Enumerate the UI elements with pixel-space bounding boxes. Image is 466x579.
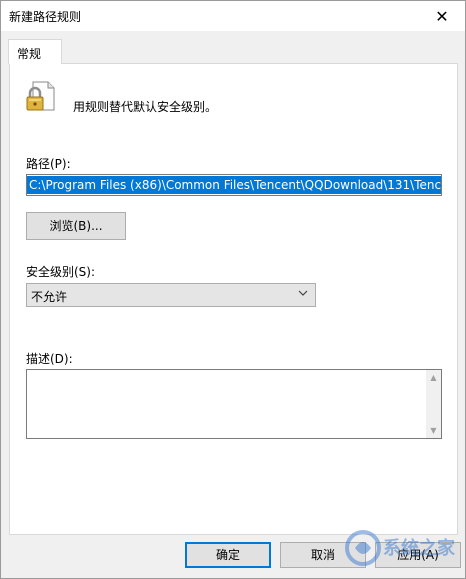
path-input[interactable]: C:\Program Files (x86)\Common Files\Tenc… <box>26 174 442 196</box>
description-field[interactable]: ▲ ▼ <box>26 369 442 439</box>
tab-general-label: 常规 <box>17 47 42 61</box>
cancel-button[interactable]: 取消 <box>280 542 366 568</box>
security-level-value: 不允许 <box>31 290 68 304</box>
dialog-window: 新建路径规则 ✕ 常规 用规则替代默认安全级别。 路径(P): C:\Progr… <box>0 0 466 579</box>
tab-general[interactable]: 常规 <box>8 39 62 64</box>
tab-panel: 用规则替代默认安全级别。 路径(P): C:\Program Files (x8… <box>9 63 458 535</box>
title-bar: 新建路径规则 ✕ <box>1 1 465 31</box>
apply-button-label: 应用(A) <box>397 548 439 562</box>
path-label: 路径(P): <box>26 157 71 171</box>
close-button[interactable]: ✕ <box>419 1 465 31</box>
ok-button-label: 确定 <box>215 548 240 562</box>
browse-button[interactable]: 浏览(B)... <box>26 212 126 240</box>
security-level-label: 安全级别(S): <box>26 265 96 279</box>
apply-button[interactable]: 应用(A) <box>375 542 461 568</box>
window-title: 新建路径规则 <box>9 10 82 24</box>
security-level-select[interactable]: 不允许 <box>26 283 316 307</box>
rule-description: 用规则替代默认安全级别。 <box>73 100 218 114</box>
close-icon: ✕ <box>435 6 449 26</box>
chevron-down-icon <box>297 287 309 302</box>
ok-button[interactable]: 确定 <box>185 542 271 568</box>
path-input-value: C:\Program Files (x86)\Common Files\Tenc… <box>27 176 441 194</box>
description-scrollbar[interactable]: ▲ ▼ <box>426 370 441 438</box>
scroll-up-icon[interactable]: ▲ <box>426 370 441 385</box>
cancel-button-label: 取消 <box>310 548 335 562</box>
scroll-down-icon[interactable]: ▼ <box>426 423 441 438</box>
lock-document-icon <box>24 80 58 114</box>
description-label: 描述(D): <box>26 352 73 366</box>
browse-button-label: 浏览(B)... <box>49 219 103 233</box>
